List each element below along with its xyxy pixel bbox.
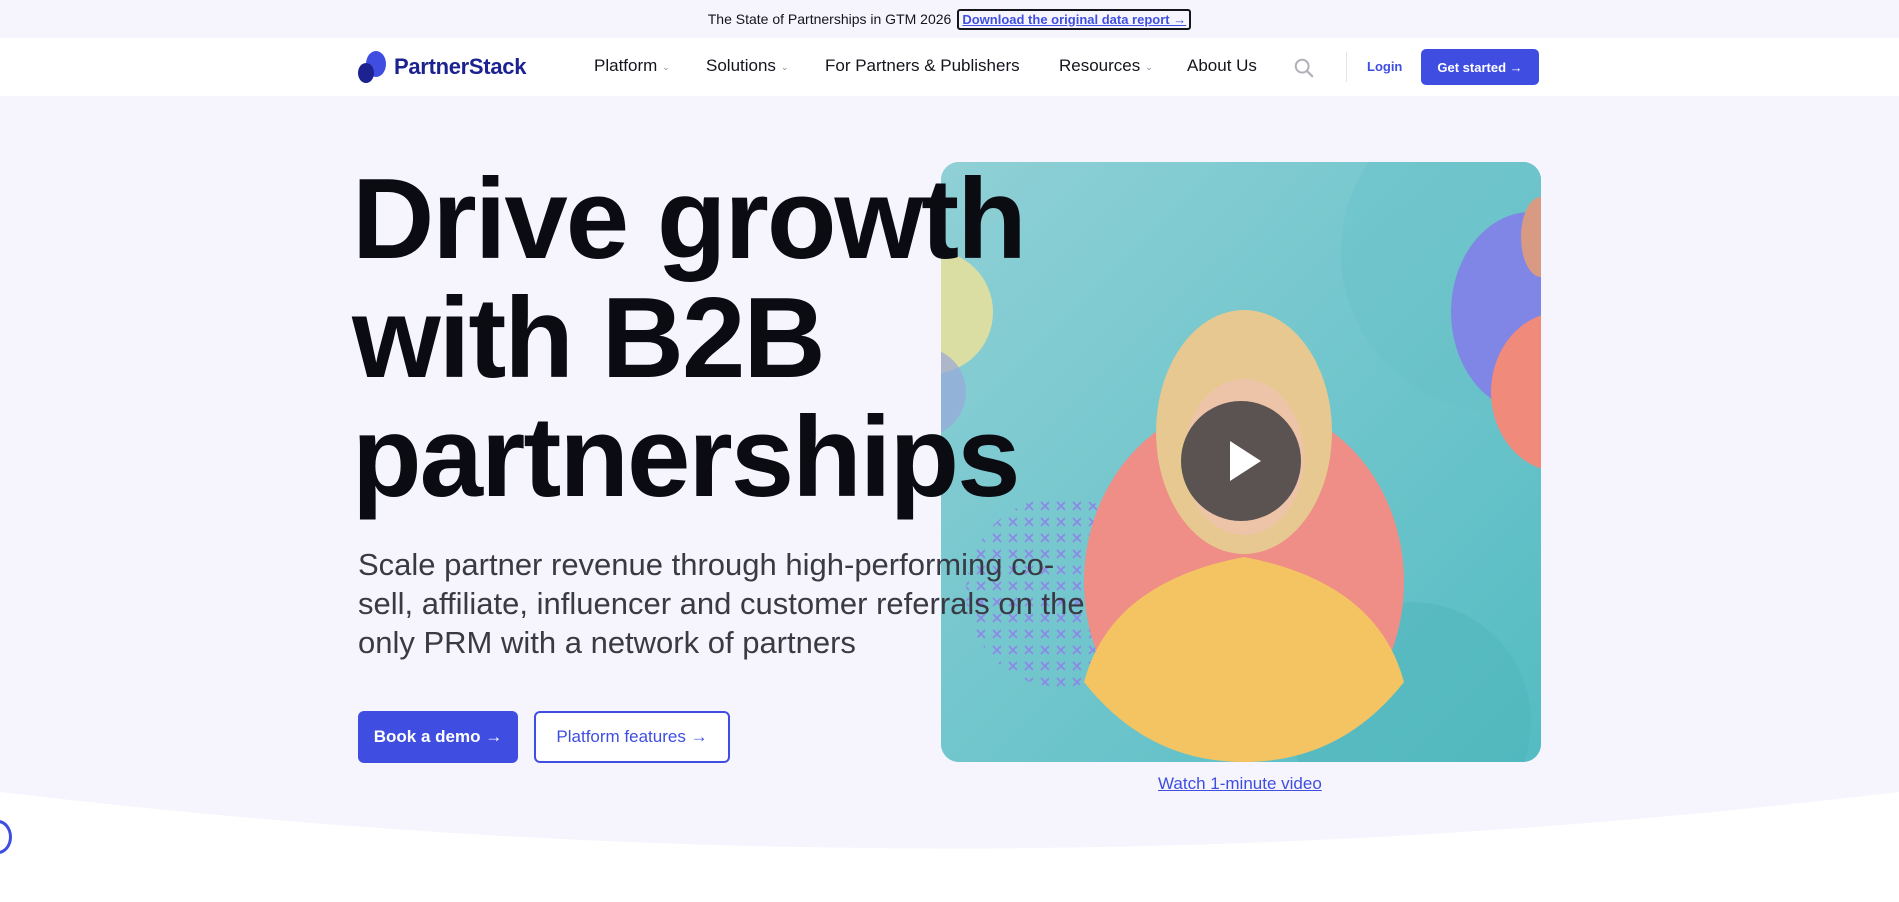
- nav-item-solutions[interactable]: Solutions ⌄: [706, 56, 788, 76]
- hero-subheadline: Scale partner revenue through high-perfo…: [358, 547, 1085, 660]
- nav-item-platform[interactable]: Platform ⌄: [594, 56, 670, 76]
- hero-headline: Drive growth with B2B partnerships: [352, 156, 1027, 521]
- get-started-button[interactable]: Get started →: [1421, 49, 1539, 85]
- chevron-down-icon: ⌄: [662, 61, 670, 72]
- chevron-down-icon: ⌄: [780, 61, 789, 72]
- nav-item-label: Platform: [594, 56, 658, 75]
- nav-item-about[interactable]: About Us: [1187, 56, 1257, 76]
- nav-item-label: Resources: [1059, 56, 1141, 75]
- nav-item-label: About Us: [1187, 56, 1257, 75]
- search-icon[interactable]: [1293, 57, 1315, 79]
- platform-features-button[interactable]: Platform features →: [534, 711, 730, 763]
- nav-item-resources[interactable]: Resources ⌄: [1059, 56, 1153, 76]
- logo-text: PartnerStack: [394, 54, 527, 79]
- logo[interactable]: PartnerStack: [358, 51, 526, 83]
- section-wave: [0, 792, 1899, 902]
- nav-item-partners-publishers[interactable]: For Partners & Publishers: [825, 56, 1020, 76]
- login-link[interactable]: Login: [1367, 59, 1402, 74]
- announcement-text: The State of Partnerships in GTM 2026: [707, 11, 952, 27]
- book-demo-button[interactable]: Book a demo →: [358, 711, 518, 763]
- chevron-down-icon: ⌄: [1145, 61, 1153, 72]
- download-report-link[interactable]: Download the original data report →: [957, 8, 1192, 30]
- announcement-bar: The State of Partnerships in GTM 2026 Do…: [0, 0, 1899, 38]
- main-nav: PartnerStack Platform ⌄ Solutions ⌄ For …: [0, 38, 1899, 96]
- nav-divider: [1346, 52, 1347, 82]
- logo-icon: [358, 51, 388, 83]
- nav-item-label: For Partners & Publishers: [825, 56, 1020, 75]
- nav-item-label: Solutions: [706, 56, 776, 75]
